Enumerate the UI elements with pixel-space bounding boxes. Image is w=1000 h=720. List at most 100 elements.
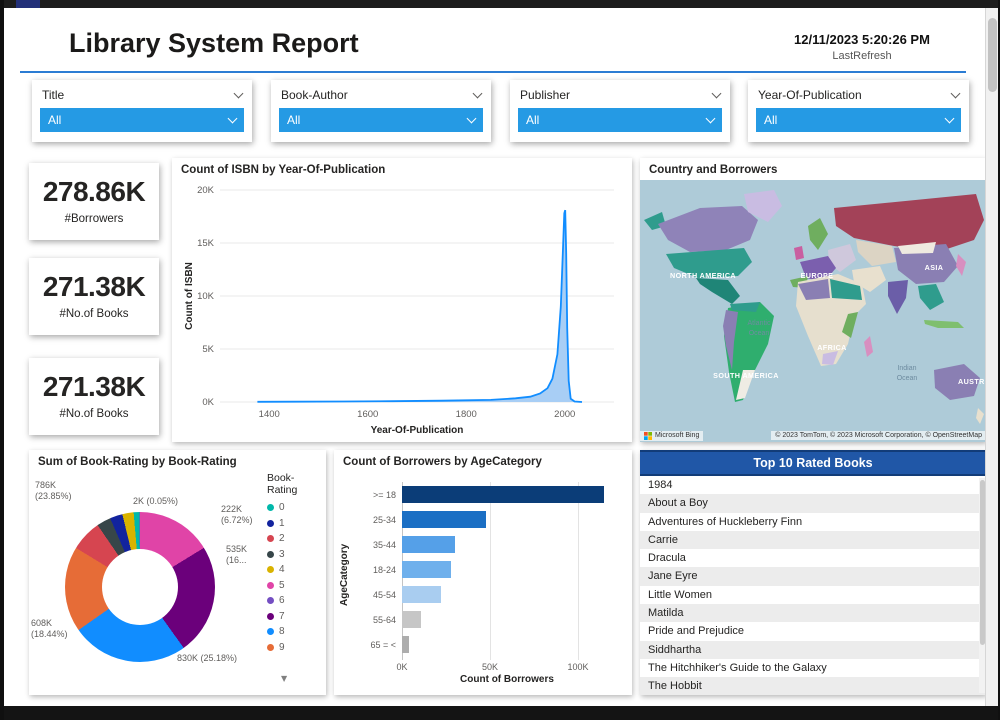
table-row[interactable]: 1984 bbox=[640, 476, 986, 495]
donut-callout: 2K (0.05%) bbox=[133, 496, 179, 506]
ocean-label-indian: Indian bbox=[897, 365, 916, 372]
table-row[interactable]: The Hobbit bbox=[640, 677, 986, 695]
page-title: Library System Report bbox=[69, 28, 359, 58]
filter-header[interactable]: Publisher bbox=[510, 80, 730, 106]
bar[interactable] bbox=[402, 586, 441, 603]
table-title: Top 10 Rated Books bbox=[753, 456, 873, 470]
legend-item-rating-0[interactable]: 0 bbox=[267, 500, 324, 516]
filter-dropdown[interactable]: All bbox=[518, 108, 722, 132]
header-divider bbox=[20, 71, 966, 73]
y-axis-tick: 0K bbox=[202, 397, 214, 408]
table-row[interactable]: Matilda bbox=[640, 604, 986, 623]
kpi-label: #No.of Books bbox=[59, 408, 129, 420]
kpi-label: #Borrowers bbox=[64, 213, 124, 225]
x-axis-tick: 1600 bbox=[357, 409, 378, 420]
bar-row: 45-54 bbox=[356, 582, 626, 607]
legend-scroll-down-icon[interactable]: ▼ bbox=[281, 674, 287, 683]
page-scrollbar-thumb[interactable] bbox=[988, 18, 997, 92]
bar[interactable] bbox=[402, 511, 487, 528]
map-copyright: © 2023 TomTom, © 2023 Microsoft Corporat… bbox=[771, 431, 986, 440]
legend-label: 3 bbox=[279, 548, 285, 560]
y-axis-title: AgeCategory bbox=[339, 543, 350, 607]
bar-row: 35-44 bbox=[356, 532, 626, 557]
continent-label-australia: AUSTRALIA bbox=[958, 377, 986, 386]
category-label: 25-34 bbox=[372, 514, 396, 525]
table-row[interactable]: The Hitchhiker's Guide to the Galaxy bbox=[640, 658, 986, 678]
filter-header[interactable]: Year-Of-Publication bbox=[748, 80, 969, 106]
category-label: 45-54 bbox=[372, 589, 396, 600]
table-row[interactable]: Adventures of Huckleberry Finn bbox=[640, 512, 986, 531]
page-scrollbar[interactable] bbox=[985, 8, 998, 706]
filter-value: All bbox=[48, 113, 62, 127]
report-window: Library System Report 12/11/2023 5:20:26… bbox=[0, 0, 1000, 720]
table-body: 1984 About a Boy Adventures of Huckleberry… bbox=[640, 476, 986, 695]
category-label: 18-24 bbox=[372, 564, 396, 575]
legend-item-rating-4[interactable]: 4 bbox=[267, 562, 324, 578]
legend-item-rating-2[interactable]: 2 bbox=[267, 531, 324, 547]
filter-dropdown[interactable]: All bbox=[40, 108, 244, 132]
bar[interactable] bbox=[402, 636, 410, 653]
legend-item-rating-8[interactable]: 8 bbox=[267, 624, 324, 640]
legend-title: Book-Rating bbox=[267, 472, 298, 496]
kpi-label: #No.of Books bbox=[59, 308, 129, 320]
world-map[interactable]: NORTH AMERICA SOUTH AMERICA EUROPE ASIA … bbox=[640, 180, 986, 442]
x-axis-tick: 100K bbox=[567, 662, 589, 672]
table-row[interactable]: Dracula bbox=[640, 549, 986, 568]
legend-item-rating-7[interactable]: 7 bbox=[267, 609, 324, 625]
bar[interactable] bbox=[402, 561, 452, 578]
x-axis-tick: 2000 bbox=[554, 409, 575, 420]
chevron-down-icon bbox=[227, 113, 238, 124]
legend-label: 6 bbox=[279, 595, 285, 607]
table-card: Top 10 Rated Books 1984 About a Boy Advent… bbox=[640, 450, 986, 695]
x-axis-tick: 1800 bbox=[456, 409, 477, 420]
legend-color-dot bbox=[267, 628, 274, 636]
legend-item-rating-6[interactable]: 6 bbox=[267, 593, 324, 609]
kpi-card-no-of-books-2: 271.38K #No.of Books bbox=[29, 358, 159, 435]
continent-label-asia: ASIA bbox=[925, 263, 944, 272]
line-chart-card: Count of ISBN by Year-Of-Publication 0K 5… bbox=[172, 158, 632, 442]
table-row[interactable]: Jane Eyre bbox=[640, 567, 986, 586]
table-row[interactable]: Carrie bbox=[640, 530, 986, 550]
filter-header[interactable]: Title bbox=[32, 80, 252, 106]
bar-plot-area[interactable]: >= 18 25-34 35-44 18-24 45-54 55-64 65 = < bbox=[356, 482, 626, 660]
legend-color-dot bbox=[267, 643, 274, 651]
category-label: >= 18 bbox=[372, 489, 396, 500]
filter-value: All bbox=[287, 113, 301, 127]
isbn-by-year-chart[interactable]: 0K 5K 10K 15K 20K 1400 1600 1800 2000 Year-Of-Pub… bbox=[180, 184, 624, 436]
legend-label: 7 bbox=[279, 610, 285, 622]
legend-item-rating-9[interactable]: 9 bbox=[267, 640, 324, 656]
bar-chart-card: Count of Borrowers by AgeCategory AgeCat… bbox=[334, 450, 632, 695]
legend-item-rating-5[interactable]: 5 bbox=[267, 578, 324, 594]
area-fill[interactable] bbox=[257, 210, 582, 402]
table-row[interactable]: Siddhartha bbox=[640, 640, 986, 659]
continent-label-south-america: SOUTH AMERICA bbox=[713, 371, 779, 380]
ocean-label-indian: Ocean bbox=[897, 375, 918, 382]
last-refresh-timestamp: 12/11/2023 5:20:26 PM bbox=[794, 32, 930, 47]
map-provider-label: Microsoft Bing bbox=[655, 432, 700, 439]
legend-item-rating-3[interactable]: 3 bbox=[267, 547, 324, 563]
filter-dropdown[interactable]: All bbox=[279, 108, 483, 132]
bar[interactable] bbox=[402, 611, 422, 628]
donut-callout: 222K (6.72%) bbox=[221, 504, 253, 525]
table-row[interactable]: Little Women bbox=[640, 585, 986, 605]
bar-row: 55-64 bbox=[356, 607, 626, 632]
filter-dropdown[interactable]: All bbox=[756, 108, 961, 132]
map-card: Country and Borrowers NORTH AMERICA SOUT… bbox=[640, 158, 986, 442]
y-axis-title: Count of ISBN bbox=[184, 262, 195, 330]
legend-color-dot bbox=[267, 581, 274, 589]
last-refresh-label: LastRefresh bbox=[832, 50, 892, 62]
bar[interactable] bbox=[402, 536, 455, 553]
chart-title: Count of Borrowers by AgeCategory bbox=[343, 456, 542, 468]
table-row[interactable]: Pride and Prejudice bbox=[640, 622, 986, 641]
table-row[interactable]: About a Boy bbox=[640, 494, 986, 513]
bar[interactable] bbox=[402, 486, 605, 503]
chart-title: Country and Borrowers bbox=[649, 164, 778, 176]
legend-item-rating-1[interactable]: 1 bbox=[267, 516, 324, 532]
category-label: 55-64 bbox=[372, 614, 396, 625]
chevron-down-icon bbox=[711, 88, 722, 99]
kpi-card-borrowers: 278.86K #Borrowers bbox=[29, 163, 159, 240]
filter-header[interactable]: Book-Author bbox=[271, 80, 491, 106]
chevron-down-icon bbox=[705, 113, 716, 124]
y-axis-tick: 20K bbox=[197, 185, 215, 196]
category-label: 65 = < bbox=[370, 639, 396, 650]
